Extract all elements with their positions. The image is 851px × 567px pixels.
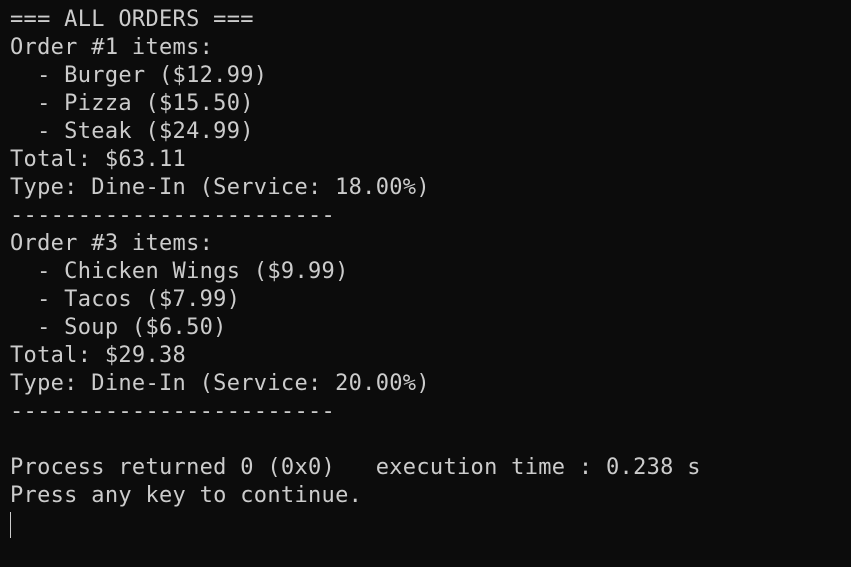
console-line-order-1-item-2: - Pizza ($15.50) <box>10 91 254 116</box>
console-line-separator-2: ------------------------ <box>10 399 336 424</box>
console-line-order-3-item-2: - Tacos ($7.99) <box>10 287 241 312</box>
console-line-order-3-item-3: - Soup ($6.50) <box>10 315 227 340</box>
console-line-process-returned: Process returned 0 (0x0) execution time … <box>10 455 701 480</box>
console-line-order-3-type: Type: Dine-In (Service: 20.00%) <box>10 371 430 396</box>
console-line-order-1-item-1: - Burger ($12.99) <box>10 63 268 88</box>
console-line-order-3-item-1: - Chicken Wings ($9.99) <box>10 259 349 284</box>
console-line-header: === ALL ORDERS === <box>10 7 254 32</box>
console-line-order-1-item-3: - Steak ($24.99) <box>10 119 254 144</box>
text-cursor <box>10 512 11 538</box>
console-line-order-1-type: Type: Dine-In (Service: 18.00%) <box>10 175 430 200</box>
console-line-separator-1: ------------------------ <box>10 203 336 228</box>
console-line-order-1-total: Total: $63.11 <box>10 147 187 172</box>
console-line-press-any-key: Press any key to continue. <box>10 483 363 508</box>
console-window[interactable]: === ALL ORDERS === Order #1 items: - Bur… <box>0 0 851 567</box>
console-line-order-3-title: Order #3 items: <box>10 231 214 256</box>
console-line-order-1-title: Order #1 items: <box>10 35 214 60</box>
console-line-order-3-total: Total: $29.38 <box>10 343 187 368</box>
